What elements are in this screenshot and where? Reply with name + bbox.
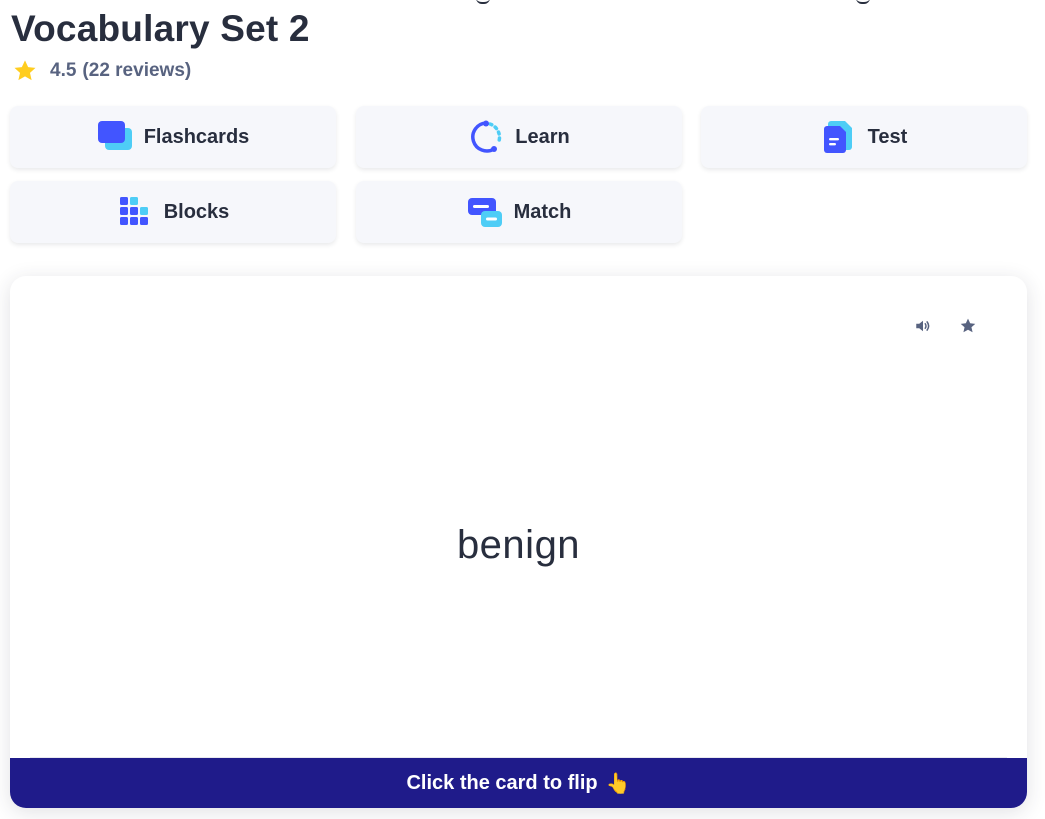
- set-rating[interactable]: 4.5 (22 reviews): [12, 58, 191, 84]
- blocks-icon: [119, 197, 148, 225]
- match-button[interactable]: Match: [356, 181, 682, 243]
- page: Vocabulary Set 2 4.5 (22 reviews) Flashc…: [0, 0, 1045, 819]
- flashcards-button[interactable]: Flashcards: [10, 106, 336, 168]
- match-icon: [467, 198, 502, 227]
- blocks-button[interactable]: Blocks: [10, 181, 336, 243]
- pointing-hand-icon: 👆: [605, 772, 631, 795]
- learn-label: Learn: [515, 125, 570, 148]
- blocks-label: Blocks: [163, 200, 230, 223]
- learn-button[interactable]: Learn: [356, 106, 682, 168]
- star-button[interactable]: [955, 313, 981, 339]
- set-title: Vocabulary Set 2: [11, 8, 310, 49]
- test-label: Test: [867, 125, 908, 148]
- star-icon: [960, 318, 976, 333]
- rating-star-icon: [14, 60, 36, 81]
- flashcards-icon: [97, 121, 132, 150]
- flip-hint-bar[interactable]: Click the card to flip 👆: [10, 758, 1027, 808]
- learn-icon: [471, 120, 502, 153]
- flashcard[interactable]: benign Click the card to flip 👆: [10, 276, 1027, 808]
- rating-value: 4.5: [50, 60, 77, 81]
- speaker-icon: [916, 320, 930, 332]
- flashcards-label: Flashcards: [143, 125, 250, 148]
- cropped-header-text: [0, 0, 1045, 4]
- cropped-glyph: [856, 0, 870, 4]
- flip-hint-text: Click the card to flip: [406, 771, 598, 794]
- card-term: benign: [456, 523, 581, 567]
- rating-reviews: (22 reviews): [82, 60, 192, 81]
- test-button[interactable]: Test: [701, 106, 1027, 168]
- test-icon: [823, 121, 852, 153]
- match-label: Match: [513, 200, 572, 223]
- cropped-glyph: [476, 0, 490, 4]
- audio-button[interactable]: [910, 313, 936, 339]
